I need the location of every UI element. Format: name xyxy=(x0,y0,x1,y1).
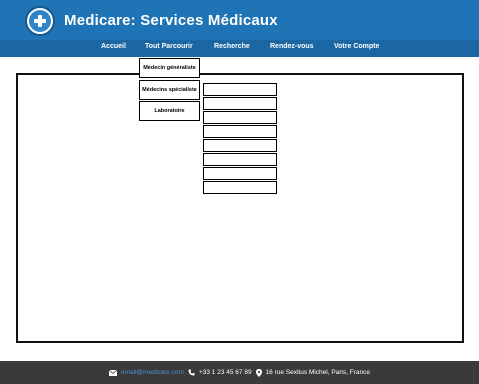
nav-item-accueil[interactable]: Accueil xyxy=(101,43,126,50)
dropdown-item-medecin-generaliste[interactable]: Médecin généraliste xyxy=(139,58,200,78)
submenu-item-4[interactable] xyxy=(203,125,277,138)
envelope-icon xyxy=(109,369,118,376)
site-title: Medicare: Services Médicaux xyxy=(64,12,278,29)
dropdown-item-laboratoire[interactable]: Laboratoire xyxy=(139,101,200,121)
submenu-item-6[interactable] xyxy=(203,153,277,166)
medical-cross-icon xyxy=(34,15,46,27)
medicare-logo[interactable] xyxy=(25,6,55,36)
site-footer: email@medicare.com +33 1 23 45 67 89 16 … xyxy=(0,361,479,384)
nav-item-tout-parcourir[interactable]: Tout Parcourir xyxy=(145,43,193,50)
nav-item-rendez-vous[interactable]: Rendez-vous xyxy=(270,43,314,50)
nav-item-recherche[interactable]: Recherche xyxy=(214,43,250,50)
footer-address: 16 rue Sextius Michel, Paris, France xyxy=(265,369,370,376)
logo-circle xyxy=(29,10,51,32)
submenu-item-1[interactable] xyxy=(203,83,277,96)
site-header: Medicare: Services Médicaux xyxy=(0,0,479,40)
main-navbar: Accueil Tout Parcourir Recherche Rendez-… xyxy=(0,40,479,57)
submenu-item-8[interactable] xyxy=(203,181,277,194)
submenu-item-3[interactable] xyxy=(203,111,277,124)
submenu-item-2[interactable] xyxy=(203,97,277,110)
submenu-item-5[interactable] xyxy=(203,139,277,152)
footer-email[interactable]: email@medicare.com xyxy=(121,369,184,376)
dropdown-item-medecins-specialiste[interactable]: Médecins spécialiste xyxy=(139,80,200,100)
nav-item-votre-compte[interactable]: Votre Compte xyxy=(334,43,379,50)
phone-icon xyxy=(188,369,195,376)
footer-phone: +33 1 23 45 67 89 xyxy=(198,369,252,376)
submenu-item-7[interactable] xyxy=(203,167,277,180)
map-pin-icon xyxy=(255,368,262,377)
